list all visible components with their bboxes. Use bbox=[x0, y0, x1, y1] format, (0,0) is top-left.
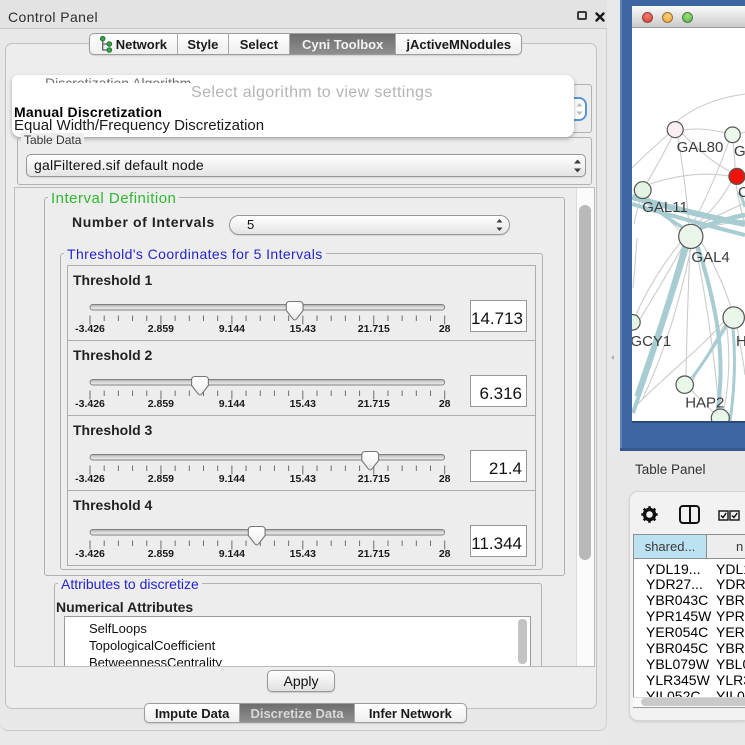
svg-text:HI: HI bbox=[736, 333, 745, 350]
svg-text:28: 28 bbox=[439, 323, 451, 335]
svg-text:CY: CY bbox=[738, 184, 745, 201]
svg-text:9.144: 9.144 bbox=[219, 548, 245, 560]
svg-text:15.43: 15.43 bbox=[290, 323, 316, 335]
svg-text:9.144: 9.144 bbox=[219, 398, 245, 410]
svg-text:21.715: 21.715 bbox=[358, 398, 390, 410]
svg-text:2.859: 2.859 bbox=[148, 398, 174, 410]
svg-text:28: 28 bbox=[439, 398, 451, 410]
svg-text:GAL7: GAL7 bbox=[734, 143, 745, 160]
svg-text:21.715: 21.715 bbox=[358, 548, 390, 560]
svg-text:9.144: 9.144 bbox=[219, 323, 245, 335]
svg-text:-3.426: -3.426 bbox=[75, 323, 105, 335]
svg-text:15.43: 15.43 bbox=[290, 473, 316, 485]
svg-text:GAL80: GAL80 bbox=[677, 139, 724, 156]
svg-text:GAL4: GAL4 bbox=[691, 249, 729, 266]
svg-text:-3.426: -3.426 bbox=[75, 398, 105, 410]
svg-text:GCY1: GCY1 bbox=[632, 333, 671, 350]
svg-text:21.715: 21.715 bbox=[358, 323, 390, 335]
svg-text:28: 28 bbox=[439, 473, 451, 485]
svg-text:2.859: 2.859 bbox=[148, 473, 174, 485]
svg-text:HAP2: HAP2 bbox=[685, 395, 724, 412]
svg-text:15.43: 15.43 bbox=[290, 398, 316, 410]
svg-text:-3.426: -3.426 bbox=[75, 473, 105, 485]
svg-text:15.43: 15.43 bbox=[290, 548, 316, 560]
svg-text:28: 28 bbox=[439, 548, 451, 560]
svg-text:21.715: 21.715 bbox=[358, 473, 390, 485]
svg-text:2.859: 2.859 bbox=[148, 323, 174, 335]
svg-text:-3.426: -3.426 bbox=[75, 548, 105, 560]
svg-text:9.144: 9.144 bbox=[219, 473, 245, 485]
svg-text:2.859: 2.859 bbox=[148, 548, 174, 560]
svg-text:GAL11: GAL11 bbox=[642, 199, 688, 216]
